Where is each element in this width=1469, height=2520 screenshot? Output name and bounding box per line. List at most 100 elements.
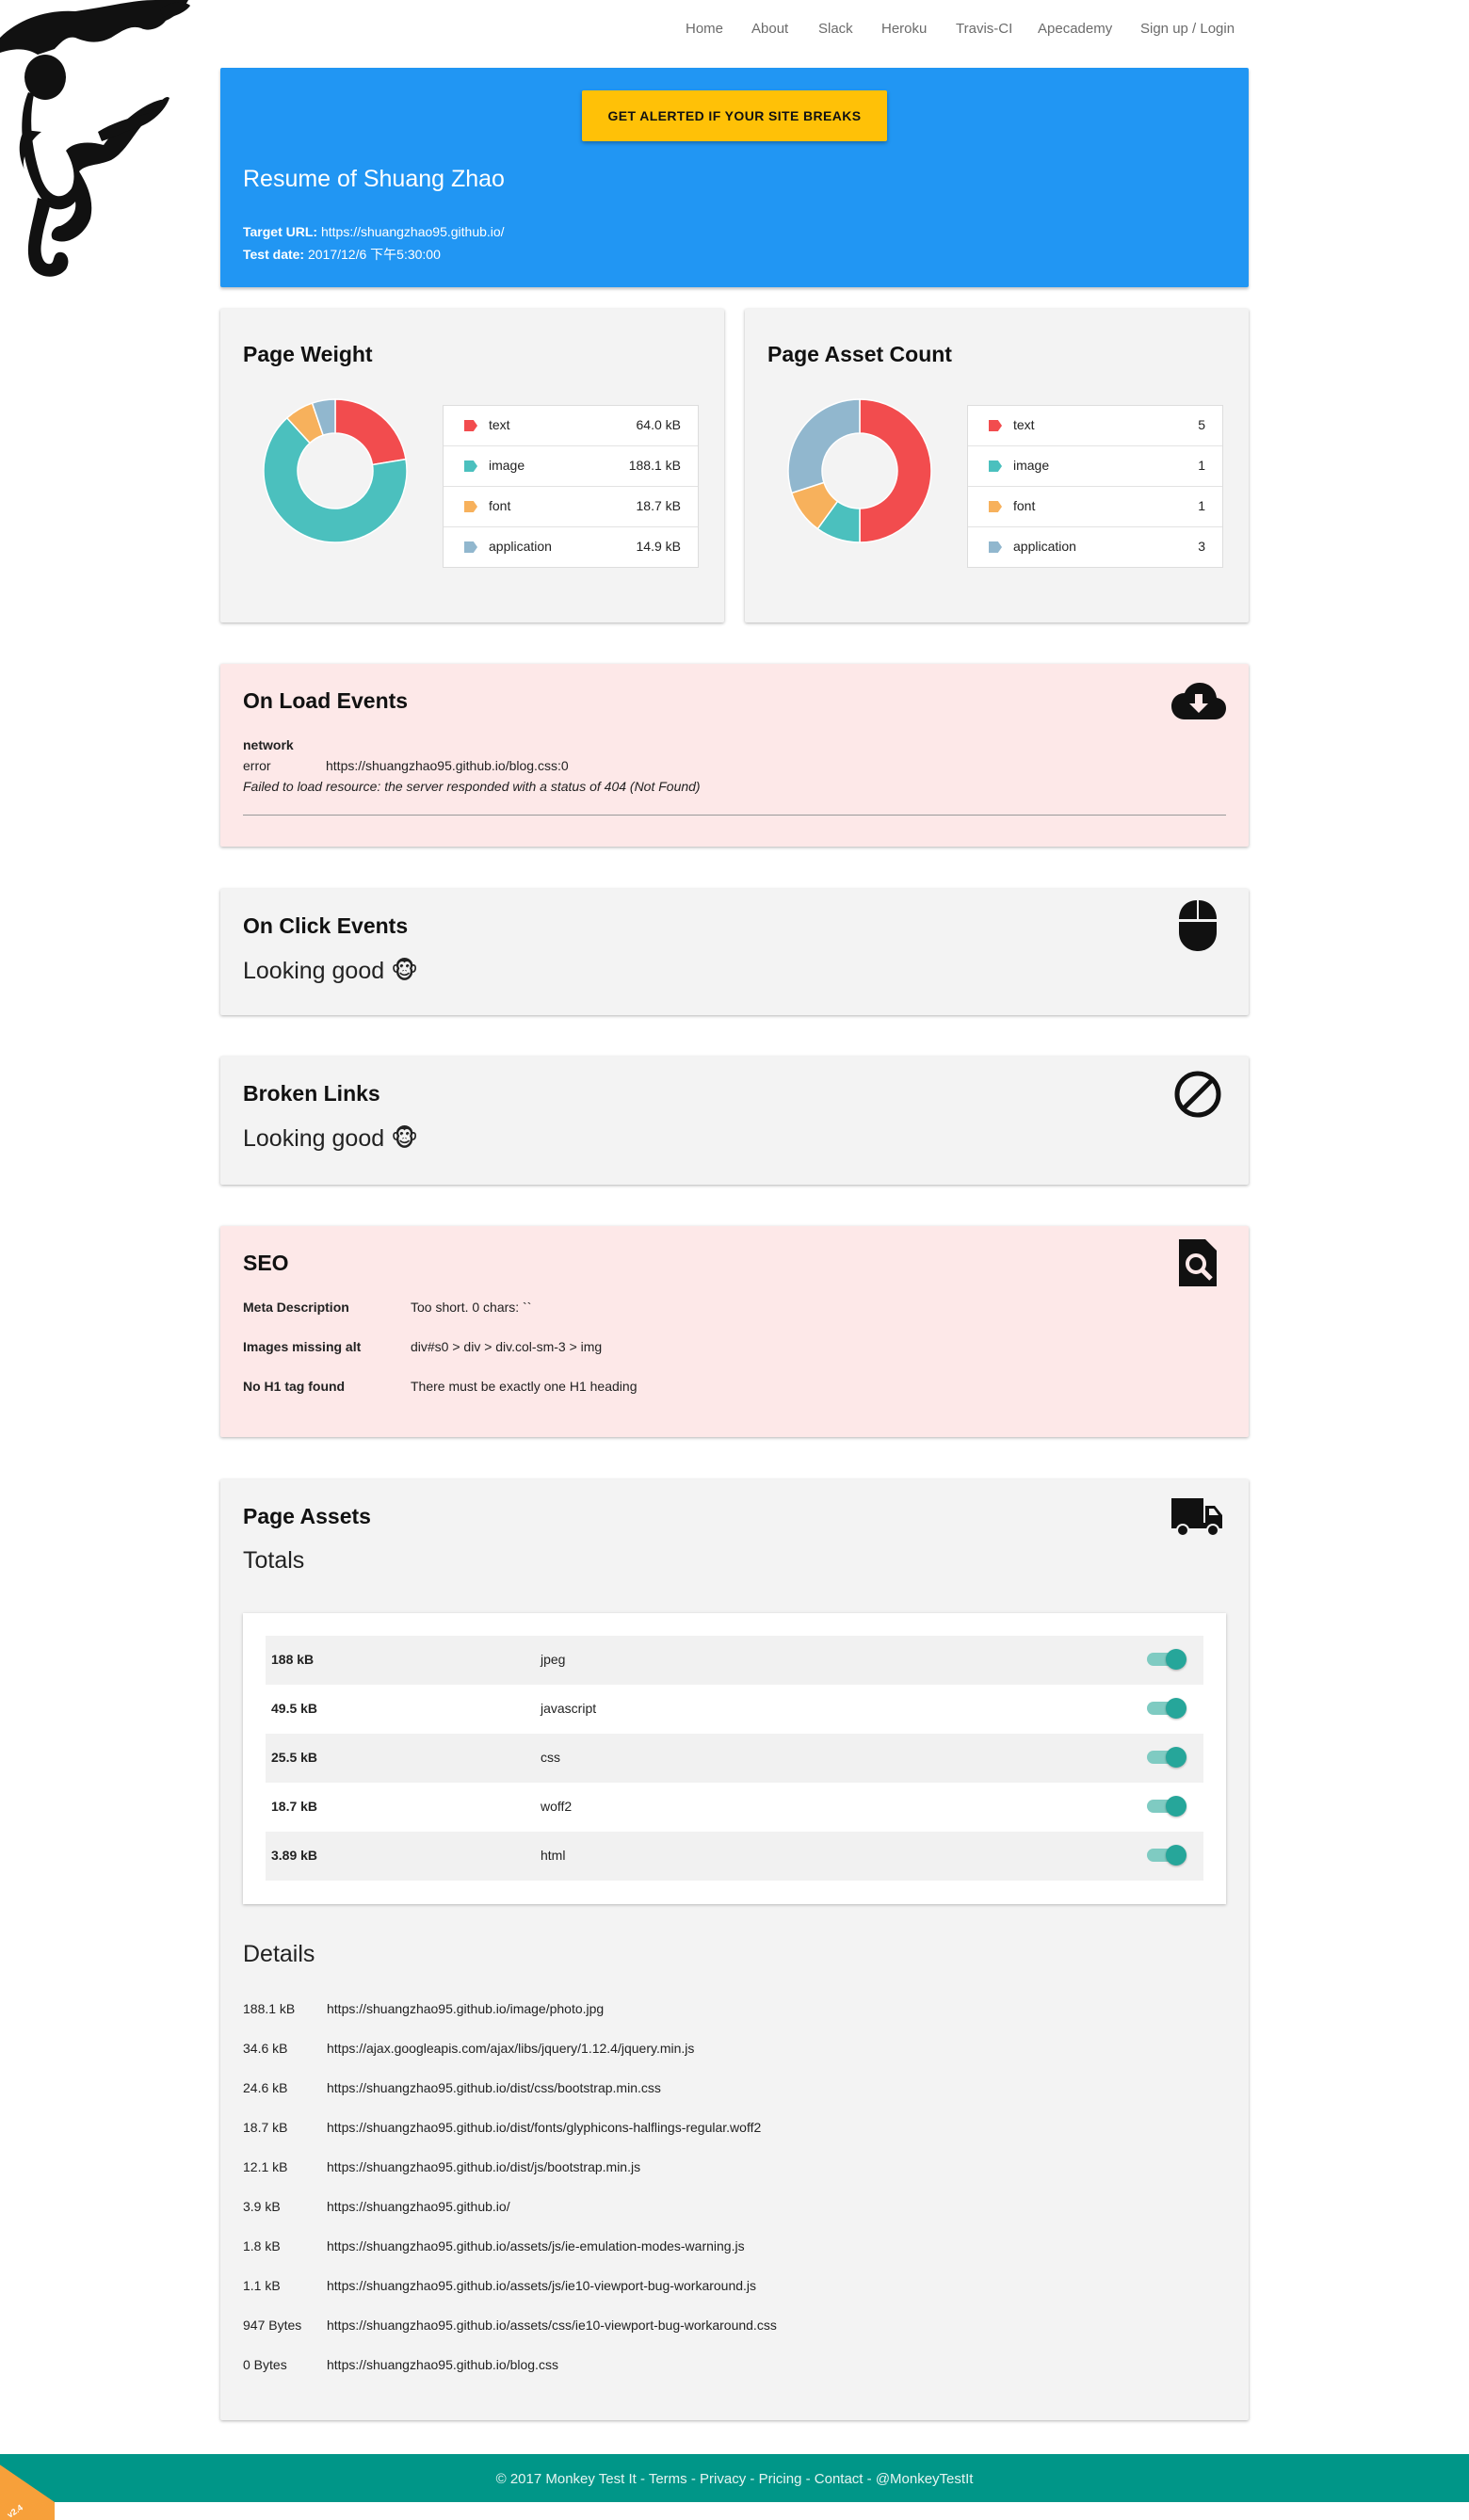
- tag-icon: [464, 460, 477, 472]
- detail-url: https://shuangzhao95.github.io/: [327, 2199, 510, 2214]
- asset-type-toggle[interactable]: [1147, 1649, 1186, 1670]
- count-slice-application[interactable]: [787, 398, 861, 494]
- legend-value: 1: [1198, 458, 1205, 473]
- detail-url: https://shuangzhao95.github.io/assets/cs…: [327, 2318, 777, 2333]
- footer: © 2017 Monkey Test It - Terms - Privacy …: [0, 2454, 1469, 2502]
- total-type: woff2: [541, 1799, 573, 1814]
- total-type: javascript: [541, 1701, 597, 1716]
- total-type: css: [541, 1750, 560, 1765]
- on-click-events-title: On Click Events: [243, 913, 409, 938]
- on-click-events-card: On Click Events Looking good 🐵: [220, 889, 1249, 1015]
- on-load-events-card: On Load Events network error https://shu…: [220, 664, 1249, 847]
- footer-link-contact[interactable]: Contact: [815, 2471, 864, 2487]
- total-type: html: [541, 1848, 566, 1863]
- tag-icon: [464, 420, 477, 431]
- legend-value: 188.1 kB: [628, 458, 681, 473]
- footer-link-pricing[interactable]: Pricing: [759, 2471, 802, 2487]
- total-size: 18.7 kB: [271, 1799, 318, 1814]
- legend-label: application: [489, 539, 552, 554]
- asset-count-legend: text 5 image 1 font 1 application 3: [967, 405, 1223, 568]
- detail-size: 1.8 kB: [243, 2238, 281, 2253]
- totals-heading: Totals: [243, 1547, 305, 1574]
- on-load-events-title: On Load Events: [243, 688, 409, 713]
- asset-type-toggle[interactable]: [1147, 1698, 1186, 1719]
- get-alerted-button[interactable]: GET ALERTED IF YOUR SITE BREAKS: [582, 90, 887, 141]
- total-size: 188 kB: [271, 1652, 315, 1667]
- table-row: 18.7 kB woff2: [266, 1783, 1203, 1832]
- nav-signup-login[interactable]: Sign up / Login: [1140, 21, 1235, 37]
- legend-value: 14.9 kB: [636, 539, 681, 554]
- count-slice-text[interactable]: [859, 398, 932, 543]
- asset-count-donut-chart: [787, 398, 932, 543]
- detail-size: 1.1 kB: [243, 2278, 281, 2293]
- details-heading: Details: [243, 1941, 315, 1967]
- tag-icon: [989, 501, 1002, 512]
- seo-title: SEO: [243, 1251, 289, 1275]
- nav-about[interactable]: About: [751, 21, 788, 37]
- search-file-icon: [1179, 1239, 1217, 1286]
- footer-link-privacy[interactable]: Privacy: [700, 2471, 746, 2487]
- detail-size: 18.7 kB: [243, 2120, 288, 2135]
- legend-row: application 14.9 kB: [444, 527, 698, 567]
- monkey-logo-icon[interactable]: [0, 0, 193, 283]
- detail-url: https://shuangzhao95.github.io/assets/js…: [327, 2278, 757, 2293]
- seo-images-alt-label: Images missing alt: [243, 1339, 362, 1354]
- page-weight-donut-chart: [263, 398, 408, 543]
- legend-label: application: [1013, 539, 1076, 554]
- footer-separator: -: [636, 2471, 649, 2487]
- footer-separator: -: [801, 2471, 815, 2487]
- legend-row: image 1: [968, 446, 1222, 487]
- seo-card: SEO Meta Description Too short. 0 chars:…: [220, 1226, 1249, 1437]
- detail-url: https://shuangzhao95.github.io/blog.css: [327, 2357, 558, 2372]
- test-date-value: 2017/12/6 下午5:30:00: [307, 247, 441, 262]
- detail-size: 188.1 kB: [243, 2001, 296, 2016]
- legend-row: text 64.0 kB: [444, 406, 698, 446]
- top-nav: Home About Slack Heroku Travis-CI Apecad…: [0, 0, 1469, 60]
- toggle-knob: [1166, 1747, 1186, 1768]
- nav-apecademy[interactable]: Apecademy: [1038, 21, 1112, 37]
- footer-separator: -: [686, 2471, 701, 2487]
- nav-heroku[interactable]: Heroku: [881, 21, 927, 37]
- legend-value: 18.7 kB: [636, 498, 681, 513]
- detail-size: 0 Bytes: [243, 2357, 287, 2372]
- footer-text: © 2017 Monkey Test It - Terms - Privacy …: [0, 2471, 1469, 2487]
- hero-banner: GET ALERTED IF YOUR SITE BREAKS Resume o…: [220, 68, 1249, 287]
- seo-h1-label: No H1 tag found: [243, 1379, 346, 1394]
- tag-icon: [989, 541, 1002, 553]
- seo-meta-description-value: Too short. 0 chars: ``: [411, 1300, 532, 1315]
- legend-label: text: [1013, 417, 1035, 432]
- asset-type-toggle[interactable]: [1147, 1796, 1186, 1817]
- nav-home[interactable]: Home: [686, 21, 723, 37]
- asset-type-toggle[interactable]: [1147, 1845, 1186, 1866]
- weight-slice-text[interactable]: [334, 398, 407, 466]
- mouse-icon: [1179, 900, 1217, 951]
- target-url-label: Target URL:: [243, 224, 318, 239]
- legend-label: font: [1013, 498, 1036, 513]
- detail-url: https://shuangzhao95.github.io/assets/js…: [327, 2238, 745, 2253]
- target-url-value: https://shuangzhao95.github.io/: [320, 224, 505, 239]
- target-url: Target URL: https://shuangzhao95.github.…: [243, 224, 505, 239]
- legend-value: 5: [1198, 417, 1205, 432]
- legend-label: image: [489, 458, 525, 473]
- test-date-label: Test date:: [243, 247, 305, 262]
- footer-copyright: © 2017 Monkey Test It: [495, 2471, 637, 2487]
- table-row: 188 kB jpeg: [266, 1636, 1203, 1685]
- nav-travis-ci[interactable]: Travis-CI: [956, 21, 1012, 37]
- footer-link-twitter[interactable]: @MonkeyTestIt: [876, 2471, 974, 2487]
- asset-type-toggle[interactable]: [1147, 1747, 1186, 1768]
- detail-url: https://shuangzhao95.github.io/dist/font…: [327, 2120, 762, 2135]
- toggle-knob: [1166, 1698, 1186, 1719]
- detail-size: 3.9 kB: [243, 2199, 281, 2214]
- total-type: jpeg: [541, 1652, 566, 1667]
- total-size: 25.5 kB: [271, 1750, 318, 1765]
- seo-meta-description-label: Meta Description: [243, 1300, 349, 1315]
- seo-h1-value: There must be exactly one H1 heading: [411, 1379, 638, 1394]
- nav-slack[interactable]: Slack: [818, 21, 853, 37]
- page-assets-title: Page Assets: [243, 1504, 371, 1528]
- detail-size: 24.6 kB: [243, 2080, 288, 2095]
- on-click-status: Looking good 🐵: [243, 958, 418, 984]
- footer-link-terms[interactable]: Terms: [649, 2471, 687, 2487]
- total-size: 49.5 kB: [271, 1701, 318, 1716]
- legend-value: 1: [1198, 498, 1205, 513]
- table-row: 3.89 kB html: [266, 1832, 1203, 1881]
